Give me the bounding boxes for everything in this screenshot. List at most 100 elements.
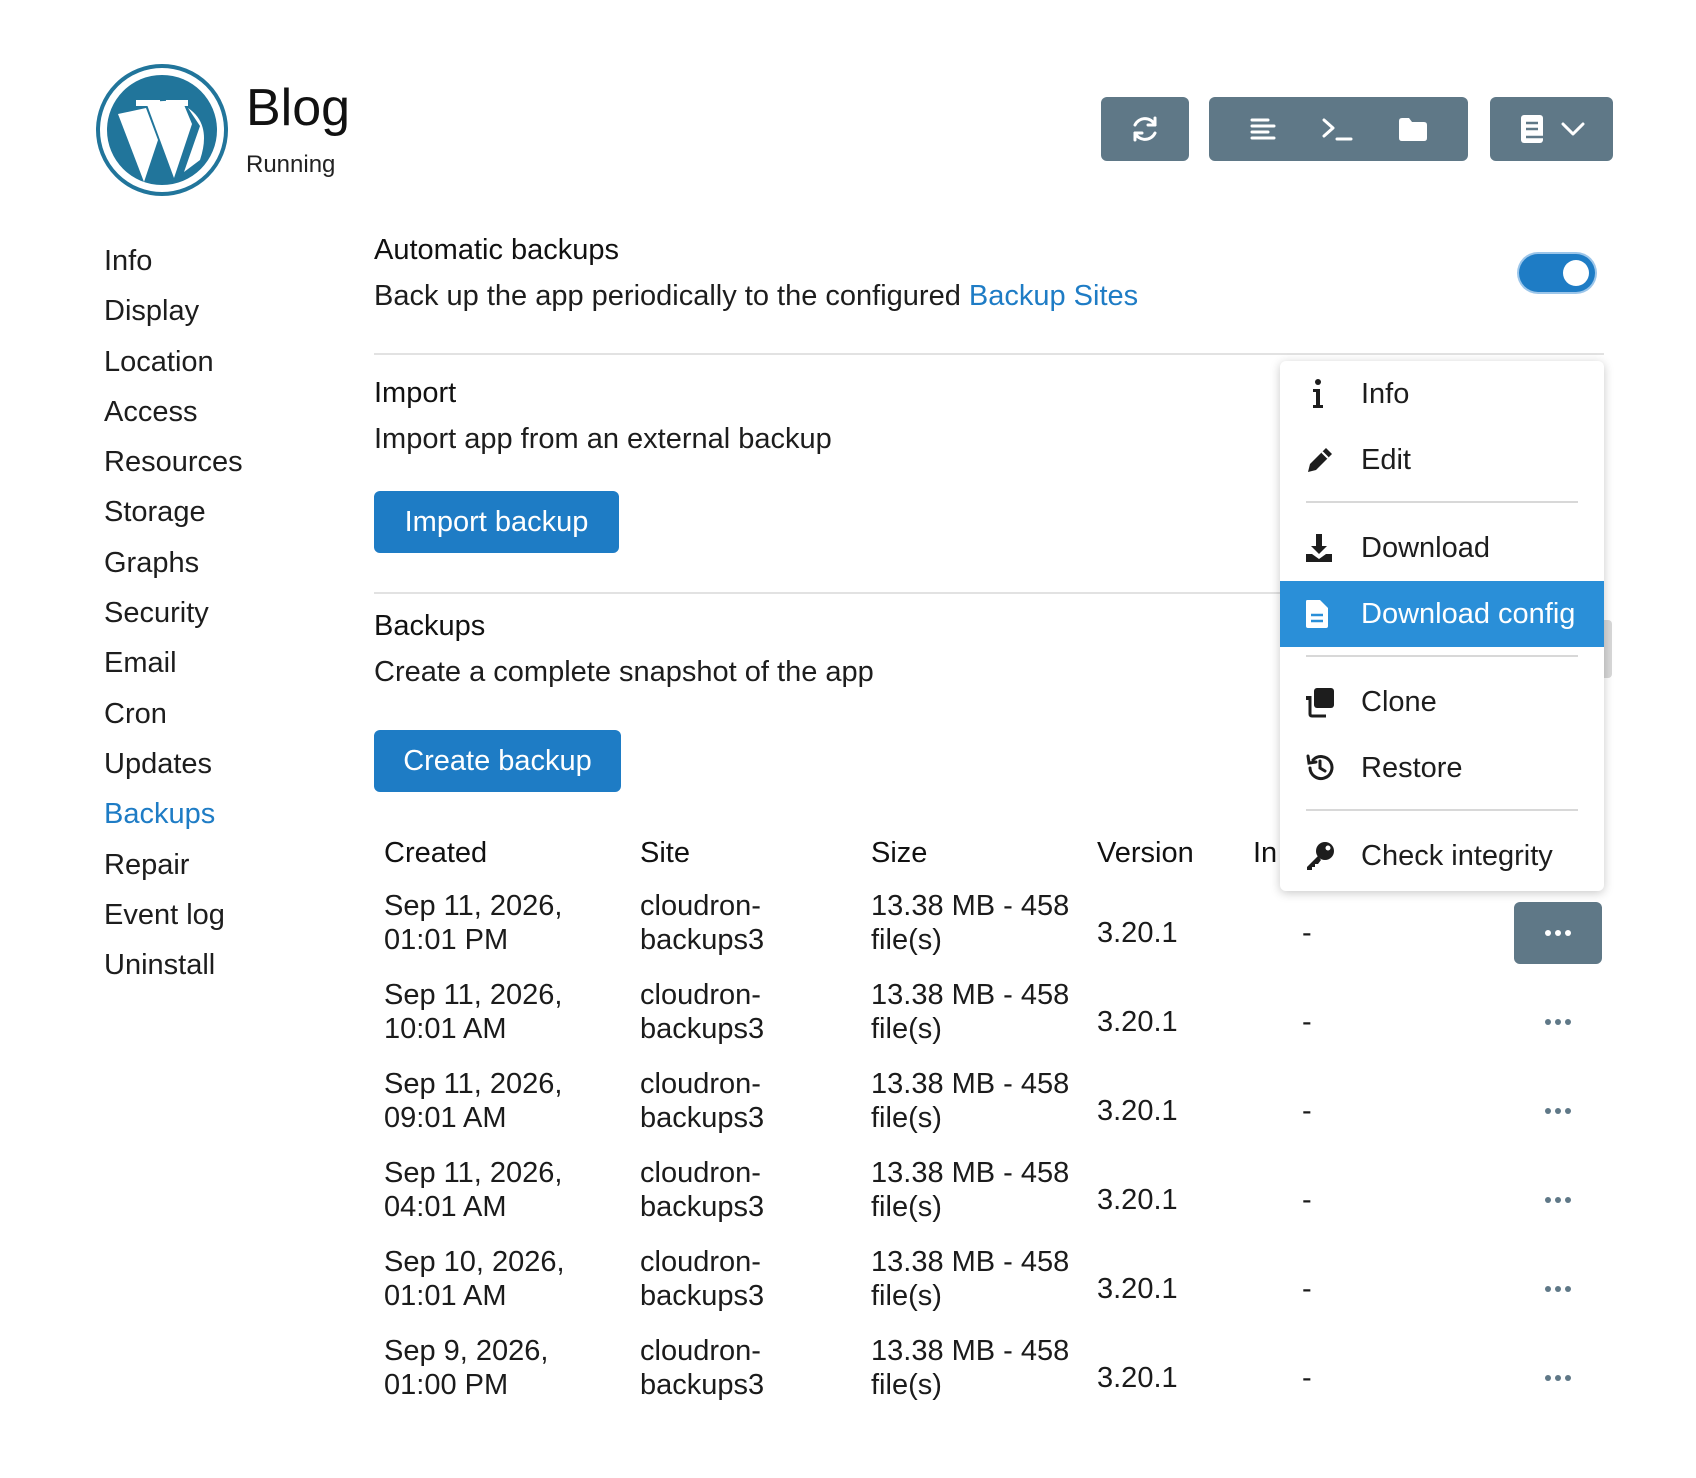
logs-icon[interactable] (1248, 114, 1278, 144)
restart-button[interactable] (1101, 97, 1189, 161)
column-header-created: Created (384, 837, 488, 869)
row-actions-button[interactable] (1514, 902, 1602, 964)
ellipsis-icon (1545, 1375, 1571, 1381)
site-cell: cloudron-backups3 (640, 889, 764, 957)
menu-item-edit[interactable]: Edit (1280, 427, 1604, 493)
menu-item-label: Download config (1361, 597, 1576, 630)
size-cell: 13.38 MB - 458 file(s) (871, 1245, 1069, 1313)
sidebar-item-location[interactable]: Location (104, 337, 354, 387)
ellipsis-icon (1545, 1197, 1571, 1203)
folder-icon[interactable] (1397, 115, 1429, 143)
docs-dropdown-button[interactable] (1490, 97, 1613, 161)
created-cell: Sep 11, 2026, 10:01 AM (384, 978, 562, 1046)
created-time: 01:00 PM (384, 1369, 509, 1401)
table-row: Sep 11, 2026, 09:01 AM cloudron-backups3 … (374, 1067, 1604, 1155)
sidebar-item-access[interactable]: Access (104, 387, 354, 437)
sidebar-item-graphs[interactable]: Graphs (104, 538, 354, 588)
ellipsis-icon (1545, 930, 1571, 936)
table-row: Sep 11, 2026, 10:01 AM cloudron-backups3 … (374, 978, 1604, 1066)
created-cell: Sep 11, 2026, 09:01 AM (384, 1067, 562, 1135)
site-line: cloudron- (640, 1246, 761, 1278)
site-line: backups3 (640, 1191, 765, 1223)
terminal-icon[interactable] (1320, 114, 1354, 144)
menu-item-label: Info (1361, 377, 1410, 410)
sidebar-item-event-log[interactable]: Event log (104, 890, 354, 940)
wordpress-logo (96, 64, 228, 196)
version-cell: 3.20.1 (1097, 1095, 1178, 1127)
table-row: Sep 9, 2026, 01:00 PM cloudron-backups3 1… (374, 1334, 1604, 1422)
book-icon (1518, 113, 1546, 145)
section-divider (374, 353, 1604, 355)
import-backup-button[interactable]: Import backup (374, 491, 619, 553)
menu-divider (1306, 501, 1578, 503)
auto-backups-description: Back up the app periodically to the conf… (374, 278, 1138, 314)
sidebar-item-uninstall[interactable]: Uninstall (104, 940, 354, 990)
site-line: backups3 (640, 1369, 765, 1401)
backup-actions-menu: Info Edit Download Download config Clone… (1280, 361, 1604, 891)
sidebar-item-backups[interactable]: Backups (104, 789, 354, 839)
site-line: backups3 (640, 924, 765, 956)
toggle-knob (1563, 260, 1589, 286)
site-line: cloudron- (640, 890, 761, 922)
row-actions-button[interactable] (1514, 1169, 1602, 1231)
created-date: Sep 11, 2026, (384, 1157, 563, 1189)
size-line: 13.38 MB - 458 (871, 1335, 1070, 1367)
sidebar-item-security[interactable]: Security (104, 588, 354, 638)
created-time: 10:01 AM (384, 1013, 507, 1045)
column-header-version: Version (1097, 837, 1194, 869)
sidebar-item-cron[interactable]: Cron (104, 689, 354, 739)
site-cell: cloudron-backups3 (640, 1156, 764, 1224)
menu-item-download-config[interactable]: Download config (1280, 581, 1604, 647)
history-icon (1304, 752, 1352, 784)
created-cell: Sep 11, 2026, 01:01 PM (384, 889, 562, 957)
create-backup-button[interactable]: Create backup (374, 730, 621, 792)
version-cell: 3.20.1 (1097, 917, 1178, 949)
row-actions-button[interactable] (1514, 991, 1602, 1053)
sidebar-item-storage[interactable]: Storage (104, 487, 354, 537)
size-line: file(s) (871, 924, 942, 956)
size-cell: 13.38 MB - 458 file(s) (871, 1067, 1069, 1135)
row-actions-button[interactable] (1514, 1347, 1602, 1409)
site-line: cloudron- (640, 1157, 761, 1189)
import-description: Import app from an external backup (374, 423, 832, 455)
site-cell: cloudron-backups3 (640, 1334, 764, 1402)
integrity-cell: - (1302, 1273, 1312, 1305)
pencil-icon (1304, 444, 1352, 476)
section-divider (374, 592, 1284, 594)
sidebar-item-repair[interactable]: Repair (104, 840, 354, 890)
sidebar-item-info[interactable]: Info (104, 236, 354, 286)
ellipsis-icon (1545, 1286, 1571, 1292)
auto-backups-toggle[interactable] (1519, 254, 1595, 292)
menu-item-clone[interactable]: Clone (1280, 669, 1604, 735)
row-actions-button[interactable] (1514, 1080, 1602, 1142)
integrity-cell: - (1302, 1362, 1312, 1394)
file-icon (1304, 598, 1352, 630)
sidebar-item-email[interactable]: Email (104, 638, 354, 688)
site-line: backups3 (640, 1013, 765, 1045)
menu-item-check-integrity[interactable]: Check integrity (1280, 823, 1604, 889)
size-cell: 13.38 MB - 458 file(s) (871, 978, 1069, 1046)
row-actions-button[interactable] (1514, 1258, 1602, 1320)
created-date: Sep 11, 2026, (384, 979, 563, 1011)
size-line: 13.38 MB - 458 (871, 890, 1070, 922)
menu-item-download[interactable]: Download (1280, 515, 1604, 581)
menu-item-info[interactable]: Info (1280, 361, 1604, 427)
menu-item-restore[interactable]: Restore (1280, 735, 1604, 801)
column-header-size: Size (871, 837, 928, 869)
table-row: Sep 10, 2026, 01:01 AM cloudron-backups3 … (374, 1245, 1604, 1333)
site-cell: cloudron-backups3 (640, 978, 764, 1046)
sidebar-item-updates[interactable]: Updates (104, 739, 354, 789)
created-time: 09:01 AM (384, 1102, 507, 1134)
created-cell: Sep 11, 2026, 04:01 AM (384, 1156, 562, 1224)
integrity-cell: - (1302, 1184, 1312, 1216)
menu-divider (1306, 809, 1578, 811)
app-title: Blog (246, 79, 351, 137)
created-date: Sep 11, 2026, (384, 890, 563, 922)
site-line: cloudron- (640, 1068, 761, 1100)
sidebar-item-resources[interactable]: Resources (104, 437, 354, 487)
refresh-icon (1129, 113, 1161, 145)
size-line: 13.38 MB - 458 (871, 1157, 1070, 1189)
backup-sites-link[interactable]: Backup Sites (969, 280, 1138, 312)
size-line: 13.38 MB - 458 (871, 979, 1070, 1011)
sidebar-item-display[interactable]: Display (104, 286, 354, 336)
